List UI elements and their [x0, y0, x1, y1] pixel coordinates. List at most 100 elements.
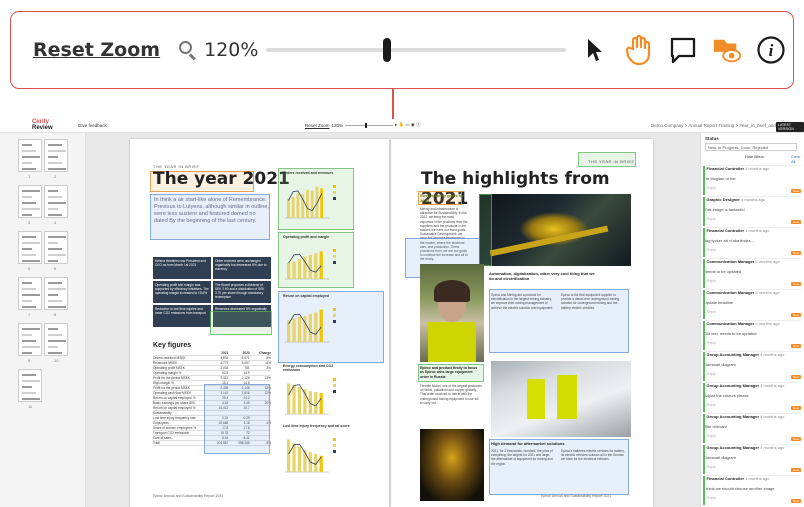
thumbnail-page[interactable]: [18, 369, 42, 402]
thumbnail-page[interactable]: [44, 185, 68, 218]
photo-worker-portrait: [420, 264, 484, 362]
thumbnail-page[interactable]: [18, 231, 42, 264]
comment-status-badge: New: [790, 499, 801, 503]
thumbnail-page[interactable]: [44, 277, 68, 310]
comment-highlight[interactable]: [204, 384, 270, 454]
chart-bar: [320, 188, 324, 218]
zoom-slider-thumb[interactable]: [383, 38, 392, 62]
chart-bar: [287, 439, 291, 472]
comment-reply-count[interactable]: 1 Reply: [704, 434, 801, 438]
comment-reply-count[interactable]: 1 Reply: [704, 217, 801, 221]
clear-all-link[interactable]: Clear All: [791, 154, 804, 164]
thumbnail-page[interactable]: [18, 139, 42, 172]
comment-highlight[interactable]: [479, 194, 492, 266]
comment-reply-count[interactable]: 1 Reply: [704, 186, 801, 190]
s2-text-b: Epiroc is the first equipment supplier t…: [561, 293, 620, 310]
comment-card[interactable]: • Graphic Designer 4 months ago This imag…: [703, 196, 801, 226]
comment-status-bar: [703, 445, 705, 474]
comment-header: • Group Accounting Manager 4 months ago: [704, 352, 785, 357]
hide-filters-button[interactable]: Hide filters: [745, 154, 764, 159]
key-highlight-cell: The Board proposes a dividend of SEK 2.9…: [213, 281, 271, 303]
comment-card[interactable]: • Communication Manager 4 months ago Need…: [703, 258, 801, 288]
comment-card[interactable]: • Financial Controller 4 months ago Jag t…: [703, 227, 801, 257]
comment-header: • Communication Manager 4 months ago: [704, 321, 780, 326]
thumbnail-page[interactable]: [44, 231, 68, 264]
thumbnail-pair[interactable]: 9 10: [18, 323, 68, 363]
comment-reply-count[interactable]: 1 Reply: [704, 403, 801, 407]
table-cell: High margin %: [153, 381, 174, 385]
table-cell: Employees: [153, 421, 169, 425]
table-cell: 13%: [264, 376, 271, 380]
document-viewer[interactable]: THE YEAR IN BRIEF The year 2021 In think…: [86, 133, 700, 507]
comment-status-bar: [703, 321, 705, 350]
thumbnail-pair[interactable]: 56: [18, 231, 68, 271]
comment-card[interactable]: • Group Accounting Manager 4 months ago A…: [703, 382, 801, 412]
comment-status-badge: New: [790, 220, 801, 224]
comment-card[interactable]: • Communication Manager 4 months ago Old …: [703, 320, 801, 350]
chart-legend-swatch: [333, 249, 336, 252]
thumbnail-page-number: 2: [54, 174, 57, 179]
latest-version-badge[interactable]: LATEST VERSION: [776, 122, 804, 132]
app-logo[interactable]: Cerity Review: [32, 119, 53, 131]
comment-card[interactable]: • Group Accounting Manager 4 months ago G…: [703, 444, 801, 474]
mini-zoom-slider[interactable]: [345, 122, 394, 128]
comment-card[interactable]: • Financial Controller 4 months ago I thi…: [703, 475, 801, 505]
table-cell: 761: [244, 366, 250, 370]
thumbnail-page[interactable]: [18, 185, 42, 218]
thumbnail-page[interactable]: [44, 323, 68, 356]
thumbnail-pair[interactable]: 34: [18, 185, 68, 225]
comment-reply-count[interactable]: 1 Reply: [704, 310, 801, 314]
mini-tool-icons[interactable]: ▸ ✋ ▭ ◉ ⓘ: [395, 122, 421, 128]
comment-reply-count[interactable]: 1 Reply: [704, 465, 801, 469]
thumbnail-page[interactable]: [18, 277, 42, 310]
breadcrumb[interactable]: Demo Company > Annual Report Training > …: [651, 123, 788, 128]
chart-bar: [297, 316, 302, 342]
comment-header: • Group Accounting Manager 4 months ago: [704, 383, 785, 388]
chart-roce-svg: [285, 308, 336, 343]
key-highlight-cell: Helena Heatkinn new President and CEO as…: [153, 257, 211, 279]
chart-bar: [297, 446, 302, 472]
key-highlight-cell: Operating profit and margin was supporte…: [153, 281, 211, 303]
table-header-cell: [153, 351, 207, 355]
reset-zoom-button[interactable]: Reset Zoom: [33, 39, 160, 61]
comment-text: Needs to be updated: [704, 269, 742, 274]
comment-reply-count[interactable]: 1 Reply: [704, 372, 801, 376]
comment-status-badge: New: [790, 251, 801, 255]
page-thumbnails-panel: 1 2 3 4 5 6 7 8 9 10 11: [0, 133, 86, 507]
give-feedback-link[interactable]: Give feedback: [78, 123, 107, 128]
zoom-slider[interactable]: [266, 35, 567, 65]
eye-highlight-icon[interactable]: [712, 33, 742, 67]
comment-reply-count[interactable]: 1 Reply: [704, 248, 801, 252]
comment-card[interactable]: • Communication Manager 4 months ago Upda…: [703, 289, 801, 319]
photo-snow-workers: [491, 361, 631, 437]
comment-highlight[interactable]: [210, 311, 272, 335]
status-filter-select[interactable]: New, In Progress, Done, Rejected: [705, 143, 797, 151]
thumbnail-page[interactable]: [44, 139, 68, 172]
comment-reply-count[interactable]: 1 Reply: [704, 341, 801, 345]
thumbnail-page[interactable]: [18, 323, 42, 356]
comment-card[interactable]: • Group Accounting Manager 4 months ago T…: [703, 413, 801, 443]
comment-text: I'm Moglian or her: [704, 176, 736, 181]
comment-status-bar: [703, 259, 705, 288]
comment-header: • Group Accounting Manager 4 months ago: [704, 414, 785, 419]
comments-sidebar: Status New, In Progress, Done, Rejected …: [700, 133, 804, 507]
comment-reply-count[interactable]: 1 Reply: [704, 279, 801, 283]
comment-card[interactable]: • Group Accounting Manager 4 months ago G…: [703, 351, 801, 381]
info-icon[interactable]: i: [756, 33, 786, 67]
table-cell: Profit for the period MSEK: [153, 376, 191, 380]
thumbnail-page-number: 7: [28, 312, 31, 317]
comment-reply-count[interactable]: 1 Reply: [704, 496, 801, 500]
pointer-icon[interactable]: [580, 33, 610, 67]
chart-legend-swatch: [333, 261, 336, 264]
comment-card[interactable]: • Financial Controller 4 months ago I'm M…: [703, 165, 801, 195]
thumbnail-pair[interactable]: 11: [18, 369, 42, 409]
table-cell: 3%: [266, 366, 271, 370]
comment-icon[interactable]: [668, 33, 698, 67]
magnifier-icon: [178, 40, 198, 61]
thumbnail-pair[interactable]: 78: [18, 277, 68, 317]
thumbnail-pair[interactable]: 12: [18, 139, 68, 179]
s3-title: Epiroc and product firstly to focus as E…: [420, 366, 478, 379]
table-cell: Total: [153, 441, 160, 445]
hand-icon[interactable]: [624, 33, 654, 67]
mini-reset-zoom-button[interactable]: Reset Zoom: [305, 123, 330, 128]
